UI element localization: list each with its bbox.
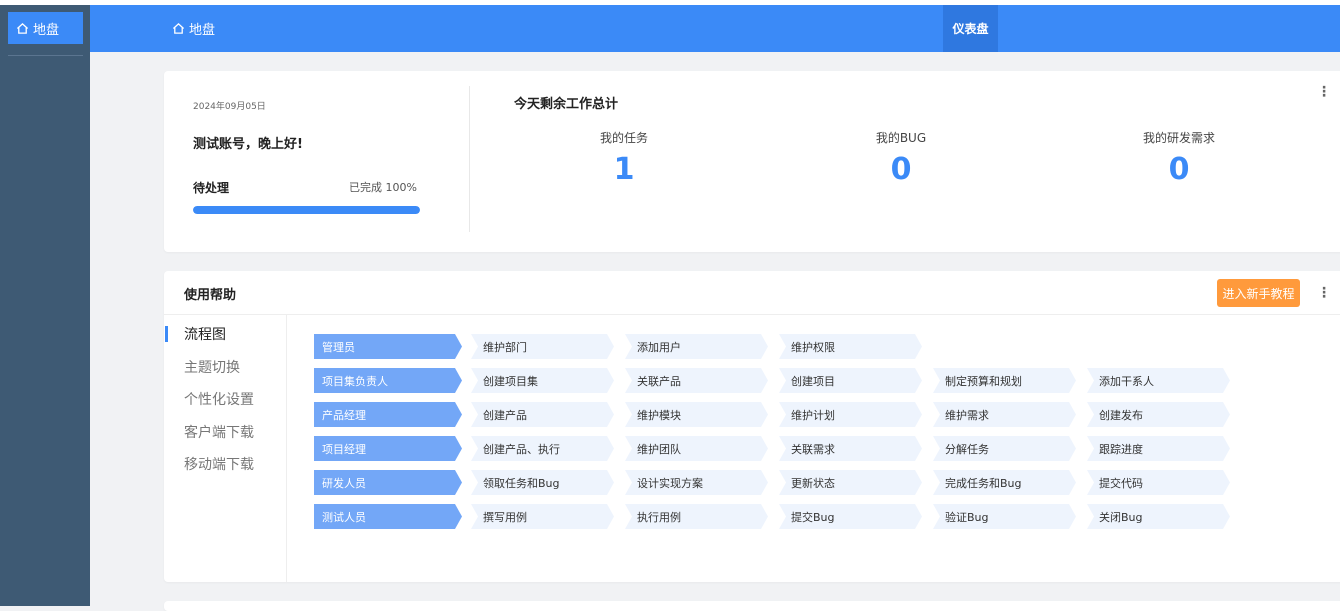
home-icon	[16, 22, 29, 34]
help-nav-mobile-download[interactable]: 移动端下载	[164, 448, 286, 481]
more-vertical-icon[interactable]: ⋮	[1317, 284, 1331, 302]
sidebar-item-label: 地盘	[33, 22, 60, 38]
progress-fill	[193, 206, 420, 214]
sidebar: 地盘	[0, 5, 90, 606]
flow-step[interactable]: 创建产品、执行	[471, 436, 614, 461]
flow-step[interactable]: 创建项目集	[471, 368, 614, 393]
current-date: 2024年09月05日	[193, 102, 266, 112]
stat-label: 我的研发需求	[1142, 131, 1215, 145]
help-nav-client-download[interactable]: 客户端下载	[164, 416, 286, 449]
flow-step[interactable]: 制定预算和规划	[933, 368, 1076, 393]
flow-step[interactable]: 完成任务和Bug	[933, 470, 1076, 495]
flow-step[interactable]: 关联产品	[625, 368, 768, 393]
flow-step[interactable]: 维护计划	[779, 402, 922, 427]
help-card: 使用帮助 进入新手教程 ⋮ 流程图 主题切换 个性化设置 客户端下载 移动端下载…	[164, 271, 1340, 582]
next-card-peek	[164, 601, 1340, 611]
role-label: 项目集负责人	[314, 368, 462, 393]
sidebar-divider	[8, 55, 83, 56]
flow-step[interactable]: 领取任务和Bug	[471, 470, 614, 495]
breadcrumb-label: 地盘	[189, 23, 216, 38]
role-label: 研发人员	[314, 470, 462, 495]
help-nav-divider	[286, 315, 287, 582]
more-vertical-icon[interactable]: ⋮	[1317, 83, 1331, 101]
flow-step[interactable]: 撰写用例	[471, 504, 614, 529]
pending-label: 待处理	[193, 181, 230, 195]
tutorial-button[interactable]: 进入新手教程	[1217, 279, 1300, 307]
help-title: 使用帮助	[184, 288, 237, 303]
home-icon	[172, 22, 185, 34]
flow-step[interactable]: 创建项目	[779, 368, 922, 393]
stat-label: 我的BUG	[875, 131, 927, 145]
stat-value[interactable]: 0	[1099, 152, 1259, 187]
flow-step[interactable]: 提交代码	[1087, 470, 1230, 495]
help-nav-flowchart[interactable]: 流程图	[164, 318, 286, 351]
completed-label: 已完成 100%	[349, 181, 417, 194]
stat-value[interactable]: 1	[544, 152, 704, 187]
help-nav-theme[interactable]: 主题切换	[164, 351, 286, 384]
stat-value[interactable]: 0	[821, 152, 981, 187]
role-label: 管理员	[314, 334, 462, 359]
role-label: 产品经理	[314, 402, 462, 427]
role-label: 项目经理	[314, 436, 462, 461]
flow-step[interactable]: 维护需求	[933, 402, 1076, 427]
stat-my-requirements[interactable]: 我的研发需求 0	[1099, 129, 1259, 187]
flow-step[interactable]: 添加干系人	[1087, 368, 1230, 393]
flow-step[interactable]: 维护权限	[779, 334, 922, 359]
breadcrumb[interactable]: 地盘	[172, 5, 215, 52]
flow-step[interactable]: 提交Bug	[779, 504, 922, 529]
summary-title: 今天剩余工作总计	[514, 97, 619, 112]
flow-step[interactable]: 设计实现方案	[625, 470, 768, 495]
flow-step[interactable]: 执行用例	[625, 504, 768, 529]
summary-card: 2024年09月05日 测试账号，晚上好! 待处理 已完成 100% 今天剩余工…	[164, 71, 1340, 252]
sidebar-item-home[interactable]: 地盘	[8, 12, 83, 44]
flow-step[interactable]: 验证Bug	[933, 504, 1076, 529]
vertical-divider	[469, 86, 470, 232]
role-label: 测试人员	[314, 504, 462, 529]
help-nav-personalize[interactable]: 个性化设置	[164, 383, 286, 416]
flow-step[interactable]: 更新状态	[779, 470, 922, 495]
top-header: 地盘 仪表盘	[90, 5, 1340, 52]
flow-step[interactable]: 添加用户	[625, 334, 768, 359]
flow-step[interactable]: 关联需求	[779, 436, 922, 461]
progress-bar	[193, 206, 420, 214]
flow-step[interactable]: 创建发布	[1087, 402, 1230, 427]
flow-step[interactable]: 创建产品	[471, 402, 614, 427]
flow-step[interactable]: 分解任务	[933, 436, 1076, 461]
flow-step[interactable]: 维护模块	[625, 402, 768, 427]
help-divider	[164, 314, 1340, 315]
stat-my-bugs[interactable]: 我的BUG 0	[821, 129, 981, 187]
flow-step[interactable]: 关闭Bug	[1087, 504, 1230, 529]
flow-step[interactable]: 跟踪进度	[1087, 436, 1230, 461]
tab-dashboard[interactable]: 仪表盘	[943, 5, 998, 52]
stat-label: 我的任务	[599, 131, 648, 145]
flow-step[interactable]: 维护团队	[625, 436, 768, 461]
stat-my-tasks[interactable]: 我的任务 1	[544, 129, 704, 187]
flow-step[interactable]: 维护部门	[471, 334, 614, 359]
help-nav: 流程图 主题切换 个性化设置 客户端下载 移动端下载	[164, 318, 286, 481]
greeting: 测试账号，晚上好!	[193, 137, 303, 152]
